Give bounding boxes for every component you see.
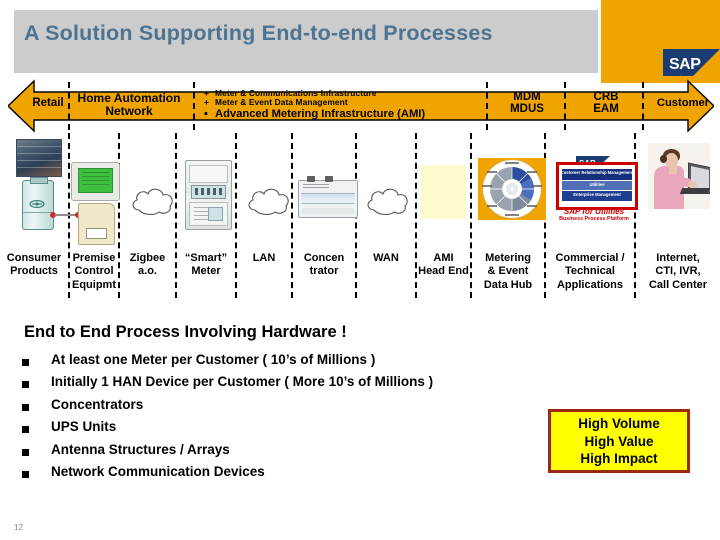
label-consumer-products: Consumer Products xyxy=(6,252,62,278)
solar-panel-image xyxy=(16,139,62,177)
smart-meter-image xyxy=(185,160,232,230)
label-premise-control-equipment: Premise Control Equipmt xyxy=(72,252,116,291)
value-chain-band: Retail Home Automation Network + Meter & … xyxy=(8,79,714,133)
bullet-square-icon xyxy=(22,381,29,389)
band-segment-crb[interactable]: CRB EAM xyxy=(571,91,641,116)
band-segment-ami[interactable]: + Meter & Communications Infrastructure +… xyxy=(204,88,468,121)
list-item: UPS Units xyxy=(22,419,582,441)
label-concentrator: Concen trator xyxy=(303,252,345,278)
bullet-list: At least one Meter per Customer ( 10’s o… xyxy=(22,352,582,486)
bullet-marker-plus-2: + xyxy=(204,97,209,108)
label-smart-meter: “Smart” Meter xyxy=(184,252,228,278)
slide: A Solution Supporting End-to-end Process… xyxy=(0,0,720,540)
sap-logo: SAP xyxy=(663,49,720,76)
callout-line-2: High Value xyxy=(584,433,654,449)
page-title: A Solution Supporting End-to-end Process… xyxy=(24,21,493,45)
refrigerator-image xyxy=(22,177,54,230)
band-segment-home-automation-network[interactable]: Home Automation Network xyxy=(68,92,190,118)
sap-for-utilities-subtitle: Business Process Platform xyxy=(559,216,629,222)
bullet-square-icon xyxy=(22,403,29,411)
bullet-square-icon xyxy=(22,470,29,478)
list-item: Antenna Structures / Arrays xyxy=(22,442,582,464)
thermostat-image xyxy=(71,162,120,201)
label-wan: WAN xyxy=(373,252,399,264)
bullet-square-icon xyxy=(22,426,29,434)
sfu-tile-em: Enterprise Management xyxy=(573,192,621,197)
concentrator-image xyxy=(298,176,358,218)
column-divider xyxy=(235,133,237,298)
bullet-square-icon xyxy=(22,359,29,366)
sap-for-utilities-diagram: Customer Relationship Management Utiliti… xyxy=(556,162,638,210)
cloud-1 xyxy=(128,183,178,217)
page-number: 12 xyxy=(14,523,23,532)
svg-text:SAP: SAP xyxy=(669,56,701,73)
band-segment-mdm[interactable]: MDM MDUS xyxy=(492,91,562,116)
callout-line-1: High Volume xyxy=(578,416,660,431)
call-center-agent-image xyxy=(648,143,710,209)
ami-head-end-block xyxy=(421,165,466,219)
bullet-marker-square: ▪ xyxy=(204,108,208,121)
callout-line-3: High Impact xyxy=(580,451,658,466)
highlight-callout: High Volume High Value High Impact xyxy=(548,409,690,473)
list-item: Initially 1 HAN Device per Customer ( Mo… xyxy=(22,374,582,396)
sap-solution-wheel xyxy=(478,158,546,220)
label-commercial-technical-applications: Commercial / Technical Applications xyxy=(555,252,625,291)
bullet-square-icon xyxy=(22,448,29,456)
section-heading: End to End Process Involving Hardware ! xyxy=(24,323,347,341)
list-item: Concentrators xyxy=(22,397,582,419)
cloud-3 xyxy=(363,183,413,217)
cloud-2 xyxy=(244,183,294,217)
band-segment-retail[interactable]: Retail xyxy=(22,97,74,109)
label-metering-event-data-hub: Metering & Event Data Hub xyxy=(483,252,533,291)
label-lan: LAN xyxy=(252,252,276,264)
sap-for-utilities-title: SAP for Utilities xyxy=(563,207,625,216)
sfu-tile-crm: Customer Relationship Management xyxy=(560,170,634,175)
label-zigbee: Zigbee a.o. xyxy=(129,252,166,278)
label-ami-head-end: AMI Head End xyxy=(418,252,469,278)
label-internet-cti-ivr-call-center: Internet, CTI, IVR, Call Center xyxy=(648,252,708,291)
premise-control-image xyxy=(78,203,115,245)
band-segment-customer[interactable]: Customer xyxy=(648,97,718,109)
list-item: At least one Meter per Customer ( 10’s o… xyxy=(22,352,582,374)
list-item: Network Communication Devices xyxy=(22,464,582,486)
sfu-tile-alm: Utilities xyxy=(589,182,605,187)
connection-wire xyxy=(55,214,77,216)
